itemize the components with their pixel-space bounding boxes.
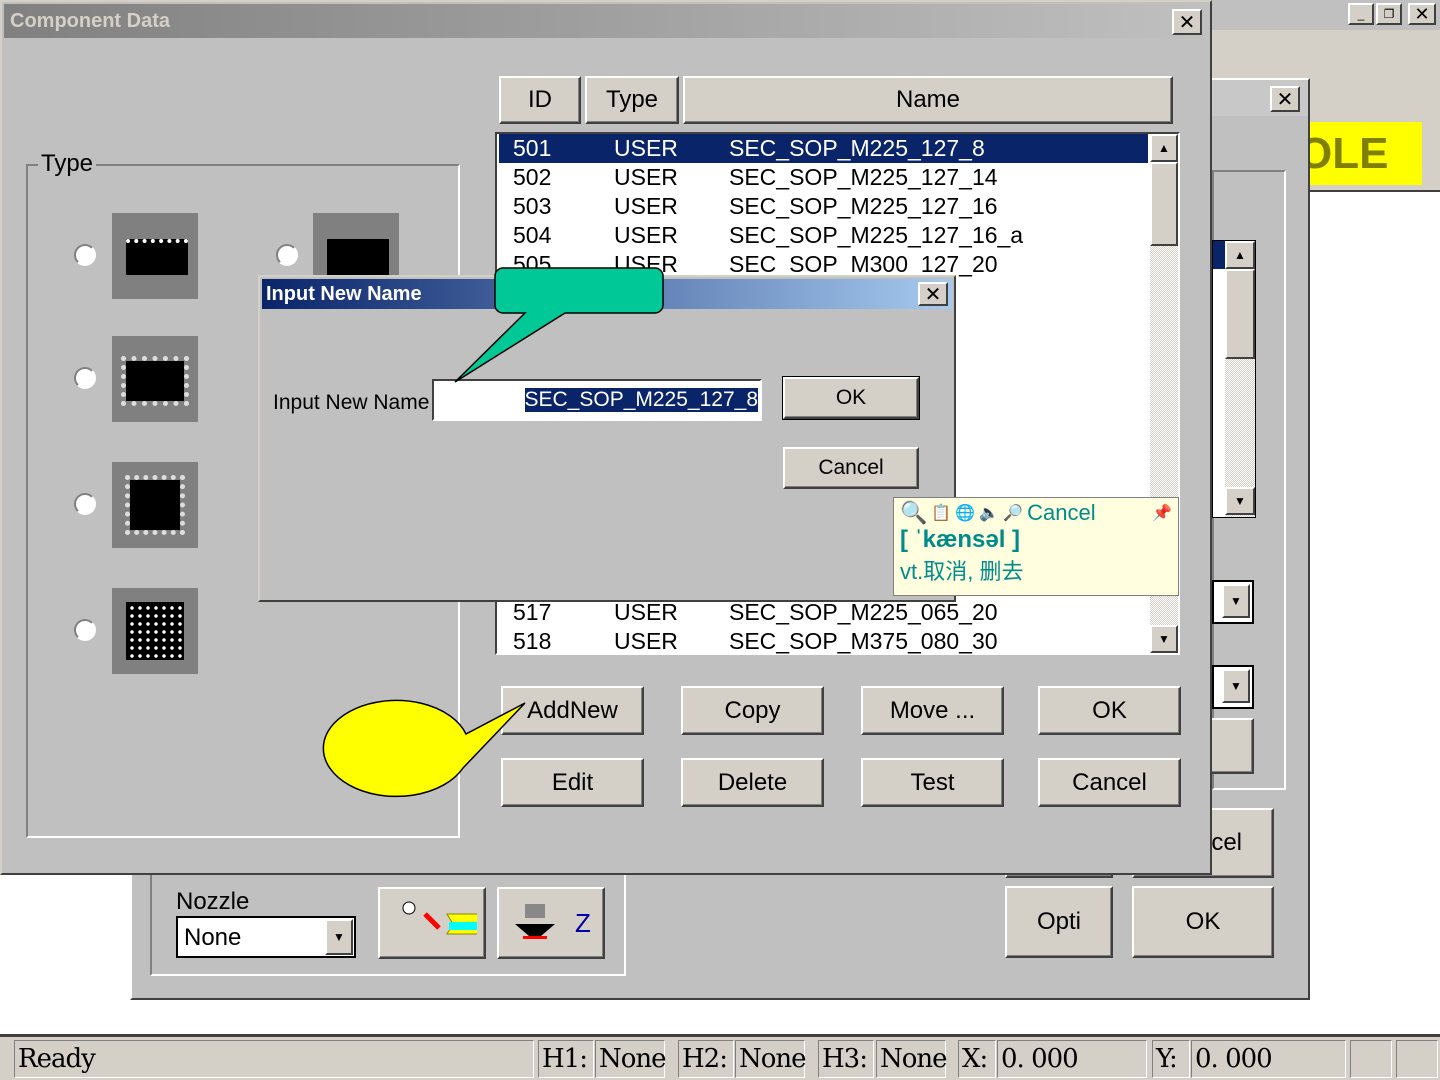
- status-pane: [1350, 1040, 1392, 1078]
- h2-value: None: [735, 1040, 807, 1078]
- h1-label: H1:: [538, 1040, 594, 1078]
- y-value: 0. 000: [1191, 1040, 1346, 1078]
- x-value: 0. 000: [997, 1040, 1147, 1078]
- h1-value: None: [595, 1040, 667, 1078]
- status-pane: [1396, 1040, 1438, 1078]
- y-label: Y:: [1152, 1040, 1190, 1078]
- green-callout: [454, 267, 664, 383]
- annotation-callouts: [322, 267, 664, 798]
- status-ready: Ready: [14, 1040, 534, 1078]
- h3-label: H3:: [818, 1040, 874, 1078]
- h3-value: None: [876, 1040, 948, 1078]
- h2-label: H2:: [678, 1040, 734, 1078]
- yellow-callout: [322, 699, 526, 798]
- x-label: X:: [958, 1040, 996, 1078]
